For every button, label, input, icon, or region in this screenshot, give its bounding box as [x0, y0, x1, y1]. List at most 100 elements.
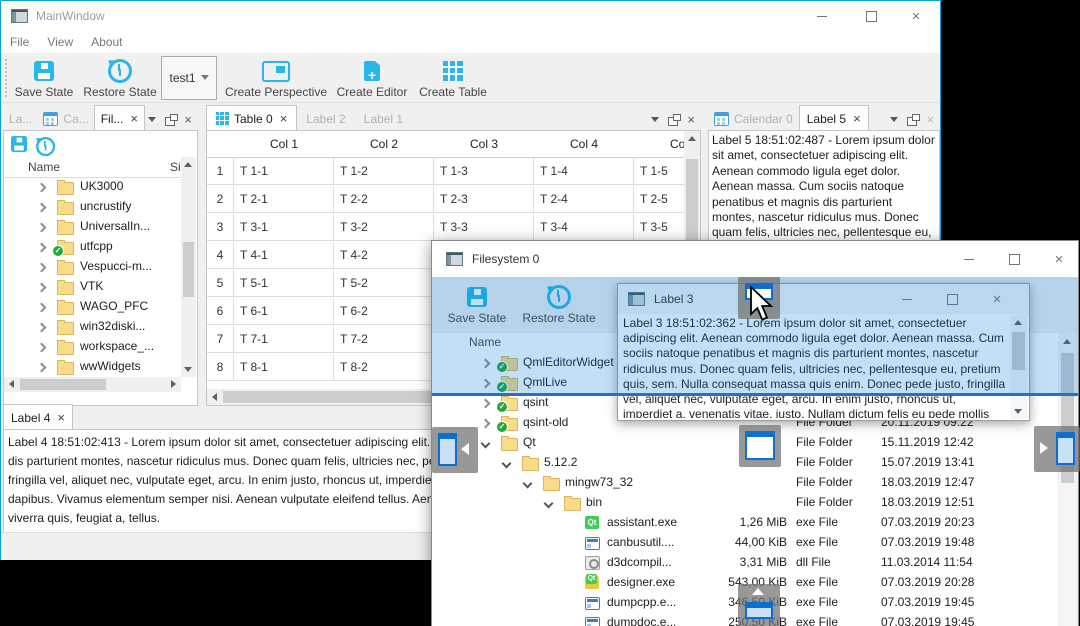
chevron-right-icon[interactable]	[36, 302, 47, 313]
toolbar-drag-handle[interactable]	[4, 58, 8, 98]
tree-item[interactable]: VTK	[4, 277, 181, 297]
table-cell[interactable]: T 6-1	[234, 298, 334, 325]
table-cell[interactable]: T 3-5	[634, 214, 684, 241]
table-cell[interactable]: T 4-1	[234, 242, 334, 269]
chevron-right-icon[interactable]	[480, 398, 491, 409]
tab-label5[interactable]: Label 5 ×	[798, 105, 869, 131]
close-tab-icon[interactable]: ×	[57, 410, 65, 425]
table-cell[interactable]: T 3-1	[234, 214, 334, 241]
mini-restore-icon[interactable]	[36, 137, 56, 157]
tree-item[interactable]: workspace_...	[4, 337, 181, 357]
detach-icon[interactable]	[668, 113, 682, 126]
table-cell[interactable]: T 1-4	[534, 158, 634, 185]
chevron-right-icon[interactable]	[36, 242, 47, 253]
create-table-button[interactable]: Create Table	[415, 57, 491, 99]
column-header[interactable]: Col 2	[334, 131, 435, 158]
left-tree-hscrollbar[interactable]	[4, 377, 181, 392]
tab-list-dropdown-icon[interactable]	[890, 117, 899, 126]
tree-item[interactable]: WAGO_PFC	[4, 297, 181, 317]
detach-icon[interactable]	[165, 113, 179, 126]
tab-calendar[interactable]: Ca...	[38, 107, 93, 131]
drop-indicator-center[interactable]	[739, 425, 781, 467]
create-editor-button[interactable]: Create Editor	[335, 57, 409, 99]
perspective-combobox[interactable]: test1	[161, 56, 217, 100]
table-cell[interactable]: T 3-4	[534, 214, 634, 241]
fs-tree-row[interactable]: Qt assistant.exe 1,26 MiB exe File 07.03.201…	[432, 513, 1058, 533]
table-cell[interactable]: T 4-2	[334, 242, 434, 269]
table-cell[interactable]: T 8-1	[234, 354, 334, 381]
tab-calendar0[interactable]: Calendar 0	[708, 107, 799, 131]
column-header[interactable]: Col 5	[634, 131, 684, 158]
mini-save-icon[interactable]	[11, 136, 27, 152]
fs-tree-row[interactable]: d3dcompil... 3,31 MiB dll File 11.03.2014 1…	[432, 553, 1058, 573]
table-cell[interactable]: T 1-3	[434, 158, 534, 185]
main-titlebar[interactable]: MainWindow ×	[1, 1, 940, 31]
table-cell[interactable]: T 2-2	[334, 186, 434, 213]
restore-state-button[interactable]: Restore State	[79, 57, 161, 99]
chevron-down-icon[interactable]	[501, 458, 512, 469]
tab-label0[interactable]: La...	[3, 107, 38, 131]
close-dock-icon[interactable]: ×	[687, 112, 695, 127]
chevron-right-icon[interactable]	[36, 282, 47, 293]
table-cell[interactable]: T 7-1	[234, 326, 334, 353]
save-state-button[interactable]: Save State	[13, 57, 75, 99]
tree-item[interactable]: wwWidgets	[4, 357, 181, 377]
menu-file[interactable]: File	[1, 35, 38, 49]
column-header[interactable]: Col 3	[434, 131, 535, 158]
chevron-right-icon[interactable]	[36, 222, 47, 233]
create-perspective-button[interactable]: Create Perspective	[223, 57, 329, 99]
close-button[interactable]: ×	[1044, 246, 1074, 272]
table-cell[interactable]: T 1-1	[234, 158, 334, 185]
close-button[interactable]: ×	[901, 3, 931, 29]
chevron-right-icon[interactable]	[36, 322, 47, 333]
column-header[interactable]: Col 4	[534, 131, 635, 158]
table-cell[interactable]: T 3-2	[334, 214, 434, 241]
left-tree-vscrollbar[interactable]	[181, 157, 196, 377]
tree-header[interactable]: Name Siz	[4, 157, 187, 178]
tree-item[interactable]: uncrustify	[4, 197, 181, 217]
chevron-right-icon[interactable]	[36, 342, 47, 353]
tree-item[interactable]: ✓ utfcpp	[4, 237, 181, 257]
table-cell[interactable]: T 6-2	[334, 298, 434, 325]
column-header[interactable]: Col 1	[234, 131, 335, 158]
table-cell[interactable]: T 5-1	[234, 270, 334, 297]
tree-item[interactable]: win32diski...	[4, 317, 181, 337]
tab-label4[interactable]: Label 4 ×	[3, 404, 73, 430]
drop-indicator-bottom[interactable]	[738, 584, 780, 626]
tab-label2[interactable]: Label 2	[297, 107, 354, 131]
fs-tree-row[interactable]: bin File Folder 18.03.2019 12:51	[432, 493, 1058, 513]
tree-item[interactable]: UniversalIn...	[4, 217, 181, 237]
fs-tree-row[interactable]: mingw73_32 File Folder 18.03.2019 12:47	[432, 473, 1058, 493]
table-cell[interactable]: T 2-3	[434, 186, 534, 213]
menu-about[interactable]: About	[82, 35, 131, 49]
table-cell[interactable]: T 1-2	[334, 158, 434, 185]
table-cell[interactable]: T 2-1	[234, 186, 334, 213]
minimize-button[interactable]	[807, 3, 837, 29]
table-cell[interactable]: T 7-2	[334, 326, 434, 353]
detach-icon[interactable]	[907, 113, 921, 126]
chevron-right-icon[interactable]	[36, 202, 47, 213]
close-tab-icon[interactable]: ×	[280, 111, 288, 126]
tree-item[interactable]: Vespucci-m...	[4, 257, 181, 277]
fs-tree-row[interactable]: canbusutil.... 44,00 KiB exe File 07.03.201…	[432, 533, 1058, 553]
drop-indicator-left[interactable]	[432, 427, 478, 473]
chevron-right-icon[interactable]	[36, 262, 47, 273]
table-cell[interactable]: T 2-4	[534, 186, 634, 213]
table-cell[interactable]: T 2-5	[634, 186, 684, 213]
close-tab-icon[interactable]: ×	[853, 111, 861, 126]
chevron-down-icon[interactable]	[480, 438, 491, 449]
table-cell[interactable]: T 1-5	[634, 158, 684, 185]
table-cell[interactable]: T 3-3	[434, 214, 534, 241]
tree-header-name[interactable]: Name	[28, 160, 60, 174]
chevron-right-icon[interactable]	[480, 418, 491, 429]
chevron-down-icon[interactable]	[543, 498, 554, 509]
drop-indicator-right[interactable]	[1034, 426, 1080, 472]
tree-item[interactable]: UK3000	[4, 177, 181, 197]
chevron-down-icon[interactable]	[522, 478, 533, 489]
table-cell[interactable]: T 5-2	[334, 270, 434, 297]
maximize-button[interactable]	[856, 3, 886, 29]
chevron-right-icon[interactable]	[36, 182, 47, 193]
fs-titlebar[interactable]: Filesystem 0 ×	[432, 241, 1078, 277]
close-dock-icon[interactable]: ×	[184, 112, 192, 127]
tab-list-dropdown-icon[interactable]	[651, 117, 660, 126]
